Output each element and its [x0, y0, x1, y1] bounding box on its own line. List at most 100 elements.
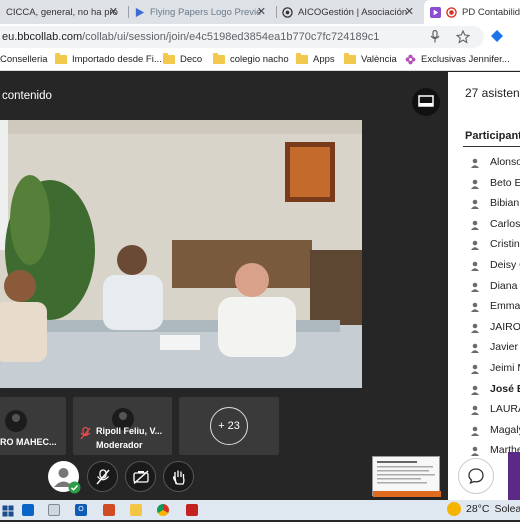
- participant-row[interactable]: Cristin: [448, 235, 520, 255]
- temperature: 28°C: [466, 503, 490, 515]
- url-path: /collab/ui/session/join/e4c5198ed3854ea1…: [82, 31, 380, 43]
- chat-button[interactable]: [458, 458, 494, 494]
- browser-tab-cicca[interactable]: CICCA, general, no ha pro ✕: [0, 0, 122, 24]
- close-tab-icon[interactable]: ✕: [257, 5, 266, 18]
- participant-row[interactable]: José B: [448, 380, 520, 400]
- bookmark-star-icon[interactable]: [456, 30, 470, 44]
- more-participants-count: + 23: [218, 420, 240, 432]
- collab-logo-icon: [430, 6, 441, 18]
- bookmark-exclusivas[interactable]: Exclusivas Jennifer...: [405, 54, 510, 65]
- person-icon: [471, 405, 479, 416]
- tab-title: AICOGestión | Asociación: [298, 6, 408, 18]
- explorer-app-icon[interactable]: [48, 504, 60, 516]
- acrobat-app-icon[interactable]: [186, 504, 198, 516]
- more-participants-tile[interactable]: + 23: [179, 397, 279, 455]
- chat-bubble-icon: [468, 468, 484, 485]
- meeting-room-video-image: [0, 120, 362, 388]
- participant-row[interactable]: Deisy C: [448, 256, 520, 276]
- participant-row[interactable]: Carlos: [448, 215, 520, 235]
- participant-row[interactable]: Alonso: [448, 153, 520, 173]
- person-icon: [471, 220, 479, 230]
- bookmark-label: València: [361, 54, 397, 65]
- hand-icon: [172, 470, 185, 485]
- browser-tab-flying-papers[interactable]: Flying Papers Logo Previe ✕: [134, 0, 270, 24]
- participant-row[interactable]: Diana: [448, 277, 520, 297]
- folder-icon: [55, 53, 67, 64]
- participant-name: Diana: [490, 279, 518, 292]
- participant-role: Moderador: [96, 440, 143, 450]
- panel-accent-strip: [508, 452, 520, 500]
- mail-app-icon[interactable]: [22, 504, 34, 516]
- attendees-panel: 27 asisten Participante Alonso Beto E Bibi…: [448, 72, 520, 500]
- tab-title: Flying Papers Logo Previe: [150, 6, 262, 18]
- mic-off-icon: [95, 468, 110, 484]
- close-tab-icon[interactable]: ✕: [109, 5, 118, 18]
- person-icon: [471, 158, 479, 168]
- camera-toggle-button[interactable]: [125, 461, 156, 492]
- bookmark-apps[interactable]: Apps: [296, 53, 335, 65]
- participant-name: Deisy C: [490, 259, 520, 271]
- participant-name: JAIRO: [490, 320, 520, 333]
- participant-row[interactable]: Emma: [448, 297, 520, 317]
- participant-name: RO MAHEC...: [0, 437, 57, 447]
- tab-title: CICCA, general, no ha pro: [6, 6, 118, 18]
- participant-tile-mahec[interactable]: RO MAHEC...: [0, 397, 66, 455]
- person-icon: [471, 199, 479, 210]
- url-field[interactable]: eu.bbcollab.com/collab/ui/session/join/e…: [0, 26, 484, 48]
- participant-row[interactable]: LAURA: [448, 400, 520, 420]
- recording-icon: [446, 6, 457, 18]
- person-icon: [471, 302, 479, 313]
- layout-toggle-button[interactable]: [412, 88, 440, 116]
- raise-hand-button[interactable]: [163, 461, 194, 492]
- participant-row[interactable]: Beto E: [448, 174, 520, 194]
- person-icon: [471, 323, 479, 333]
- camera-off-icon: [132, 469, 149, 484]
- participants-heading: Participante: [465, 130, 520, 142]
- bookmark-label: Exclusivas Jennifer...: [421, 54, 510, 65]
- bookmark-colegio[interactable]: colegio nacho: [213, 53, 289, 65]
- person-icon: [471, 447, 479, 457]
- bookmark-importado[interactable]: Importado desde Fi...: [55, 53, 162, 65]
- microphone-toggle-button[interactable]: [87, 461, 118, 492]
- chrome-app-icon[interactable]: [157, 504, 169, 516]
- shared-video: [0, 120, 362, 388]
- site-globe-icon: [282, 6, 293, 18]
- outlook-app-icon[interactable]: O: [75, 504, 87, 516]
- participant-row[interactable]: Magaly: [448, 421, 520, 441]
- file-explorer-icon[interactable]: [130, 504, 142, 516]
- play-logo-icon: [135, 7, 145, 17]
- weather-text: Solea: [494, 503, 520, 515]
- participant-name: Javier: [490, 341, 519, 354]
- participant-row[interactable]: JAIRO: [448, 318, 520, 338]
- bookmark-deco[interactable]: Deco: [163, 53, 203, 65]
- extension-icon[interactable]: [491, 30, 503, 42]
- person-icon: [471, 385, 479, 395]
- bookmark-conselleria[interactable]: Conselleria: [0, 54, 48, 65]
- office-app-icon[interactable]: [103, 504, 115, 516]
- folder-icon: [163, 53, 175, 64]
- close-tab-icon[interactable]: ✕: [405, 5, 414, 18]
- task-view-icon[interactable]: [2, 504, 14, 517]
- browser-tab-aicogestion[interactable]: AICOGestión | Asociación ✕: [282, 0, 418, 24]
- windows-taskbar: O 28°C Solea: [0, 500, 520, 520]
- person-icon: [471, 344, 479, 354]
- participant-name: Ripoll Feliu, V...: [96, 426, 163, 436]
- folder-icon: [344, 53, 356, 64]
- screen-icon: [418, 95, 434, 107]
- participant-row[interactable]: Jeimi M: [448, 359, 520, 379]
- participant-tile-ripoll[interactable]: Ripoll Feliu, V... Moderador: [73, 397, 172, 455]
- participant-row[interactable]: Bibian: [448, 194, 520, 214]
- my-status-button[interactable]: [48, 461, 81, 494]
- weather-widget[interactable]: 28°C Solea: [447, 502, 520, 516]
- flower-icon: [405, 54, 416, 65]
- microphone-icon[interactable]: [430, 30, 440, 43]
- bookmark-label: Apps: [313, 54, 335, 65]
- bookmark-label: Deco: [180, 54, 203, 65]
- person-icon: [471, 241, 479, 251]
- bookmark-valencia[interactable]: València: [344, 53, 397, 65]
- address-bar: eu.bbcollab.com/collab/ui/session/join/e…: [0, 24, 520, 50]
- participant-row[interactable]: Javier: [448, 338, 520, 358]
- content-preview-thumbnail[interactable]: [372, 456, 441, 497]
- bookmarks-bar: Conselleria Importado desde Fi... Deco c…: [0, 50, 520, 71]
- browser-tab-pd-contabilidad[interactable]: PD Contabilid: [424, 0, 520, 24]
